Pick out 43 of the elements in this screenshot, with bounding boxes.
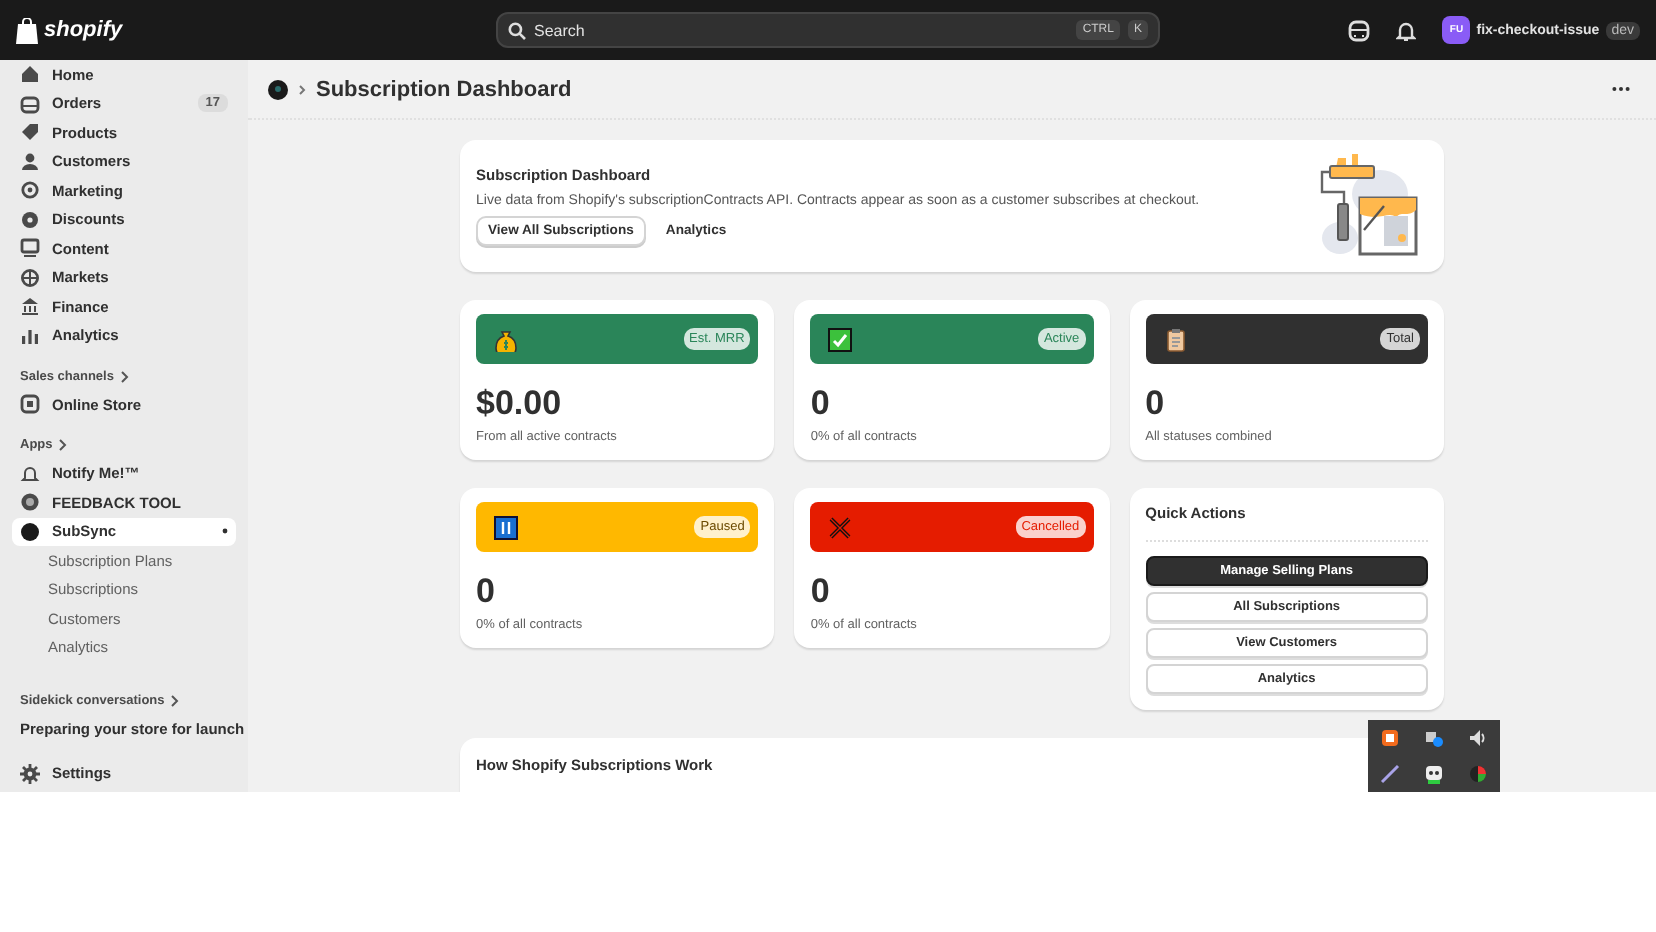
- monitor-icon: [20, 238, 40, 259]
- stat-value: 0: [476, 572, 497, 612]
- storefront-icon: [20, 394, 40, 415]
- pin-dot-icon: [222, 528, 228, 535]
- chevron-right-icon: [298, 83, 306, 95]
- bell-icon: [20, 463, 40, 484]
- ring-icon: [20, 492, 40, 513]
- pen-icon[interactable]: [1380, 764, 1400, 784]
- target-icon: [20, 180, 40, 201]
- logo-wordmark: shopify: [44, 18, 123, 42]
- globe-icon: [20, 267, 40, 288]
- gear-icon: [20, 763, 40, 784]
- clipboard-icon: [1163, 327, 1188, 351]
- inbox-icon: [20, 93, 40, 114]
- stat-value: 0: [1145, 384, 1167, 424]
- color-wheel-icon[interactable]: [1468, 764, 1488, 784]
- stat-value: 0: [810, 572, 832, 612]
- bell-icon[interactable]: [1396, 19, 1417, 41]
- store-icon[interactable]: [1348, 19, 1371, 41]
- app-icon: [20, 521, 40, 542]
- house-icon: [20, 64, 40, 85]
- app-icon: [268, 79, 288, 99]
- money-bag-icon: [494, 327, 518, 351]
- search-input[interactable]: Search: [534, 21, 1069, 39]
- speaker-icon[interactable]: [1468, 728, 1488, 748]
- stat-value: 0: [810, 384, 832, 424]
- tag-icon: [20, 122, 40, 143]
- chevron-right-icon: [170, 693, 181, 707]
- more-icon: [1612, 86, 1630, 92]
- shopping-bag-icon: [16, 17, 38, 43]
- pause-icon: [494, 515, 518, 539]
- cross-icon: [828, 515, 853, 539]
- chat-app-icon[interactable]: [1424, 764, 1444, 784]
- app-icon[interactable]: [1380, 728, 1400, 748]
- chevron-right-icon: [58, 438, 69, 452]
- checkbox-icon: [828, 327, 853, 351]
- stat-value: $0.00: [476, 384, 564, 424]
- search-icon: [508, 21, 526, 39]
- page-title: Subscription Dashboard: [316, 77, 572, 101]
- chevron-right-icon: [119, 369, 130, 383]
- person-icon: [20, 151, 40, 172]
- bar-chart-icon: [20, 325, 40, 346]
- bank-icon: [20, 296, 40, 317]
